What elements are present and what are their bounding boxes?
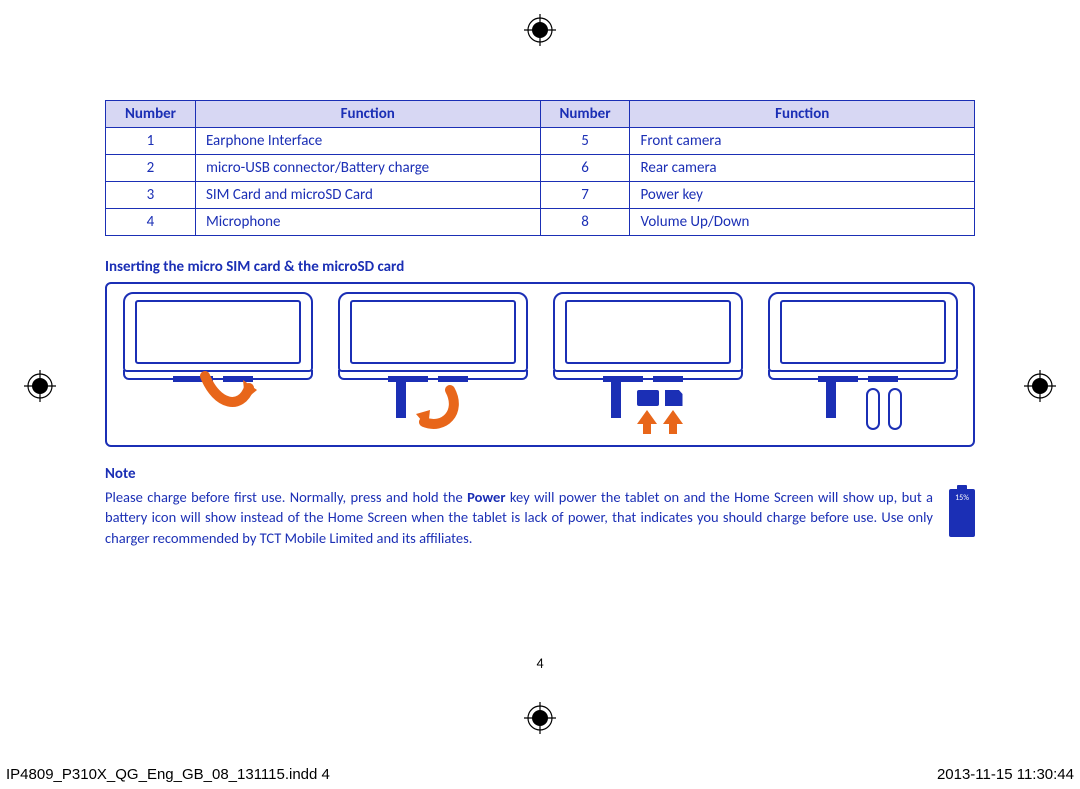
note-title: Note [105,465,975,483]
battery-icon: 15% [949,489,975,537]
th-function-1: Function [195,101,540,128]
registration-mark-left [24,370,56,402]
table-row: 4 Microphone 8 Volume Up/Down [106,209,975,236]
th-number-1: Number [106,101,196,128]
registration-mark-bottom [524,702,556,734]
parts-table: Number Function Number Function 1 Earpho… [105,100,975,236]
illustration-row [105,282,975,447]
table-row: 3 SIM Card and microSD Card 7 Power key [106,182,975,209]
battery-label: 15% [949,493,975,503]
registration-mark-right [1024,370,1056,402]
th-function-2: Function [630,101,975,128]
section-title: Inserting the micro SIM card & the micro… [105,258,975,276]
illustration-step-3 [543,292,752,437]
footer-file: IP4809_P310X_QG_Eng_GB_08_131115.indd 4 [6,766,330,783]
footer-datetime: 2013-11-15 11:30:44 [937,766,1074,783]
table-row: 1 Earphone Interface 5 Front camera [106,128,975,155]
page-number: 4 [0,655,1080,672]
registration-mark-top [524,14,556,46]
illustration-step-1 [113,292,322,437]
note-body: Please charge before first use. Normally… [105,487,933,548]
page-content: Number Function Number Function 1 Earpho… [105,100,975,548]
illustration-step-2 [328,292,537,437]
illustration-step-4 [758,292,967,437]
footer: IP4809_P310X_QG_Eng_GB_08_131115.indd 4 … [6,766,1074,783]
th-number-2: Number [540,101,630,128]
table-row: 2 micro-USB connector/Battery charge 6 R… [106,155,975,182]
